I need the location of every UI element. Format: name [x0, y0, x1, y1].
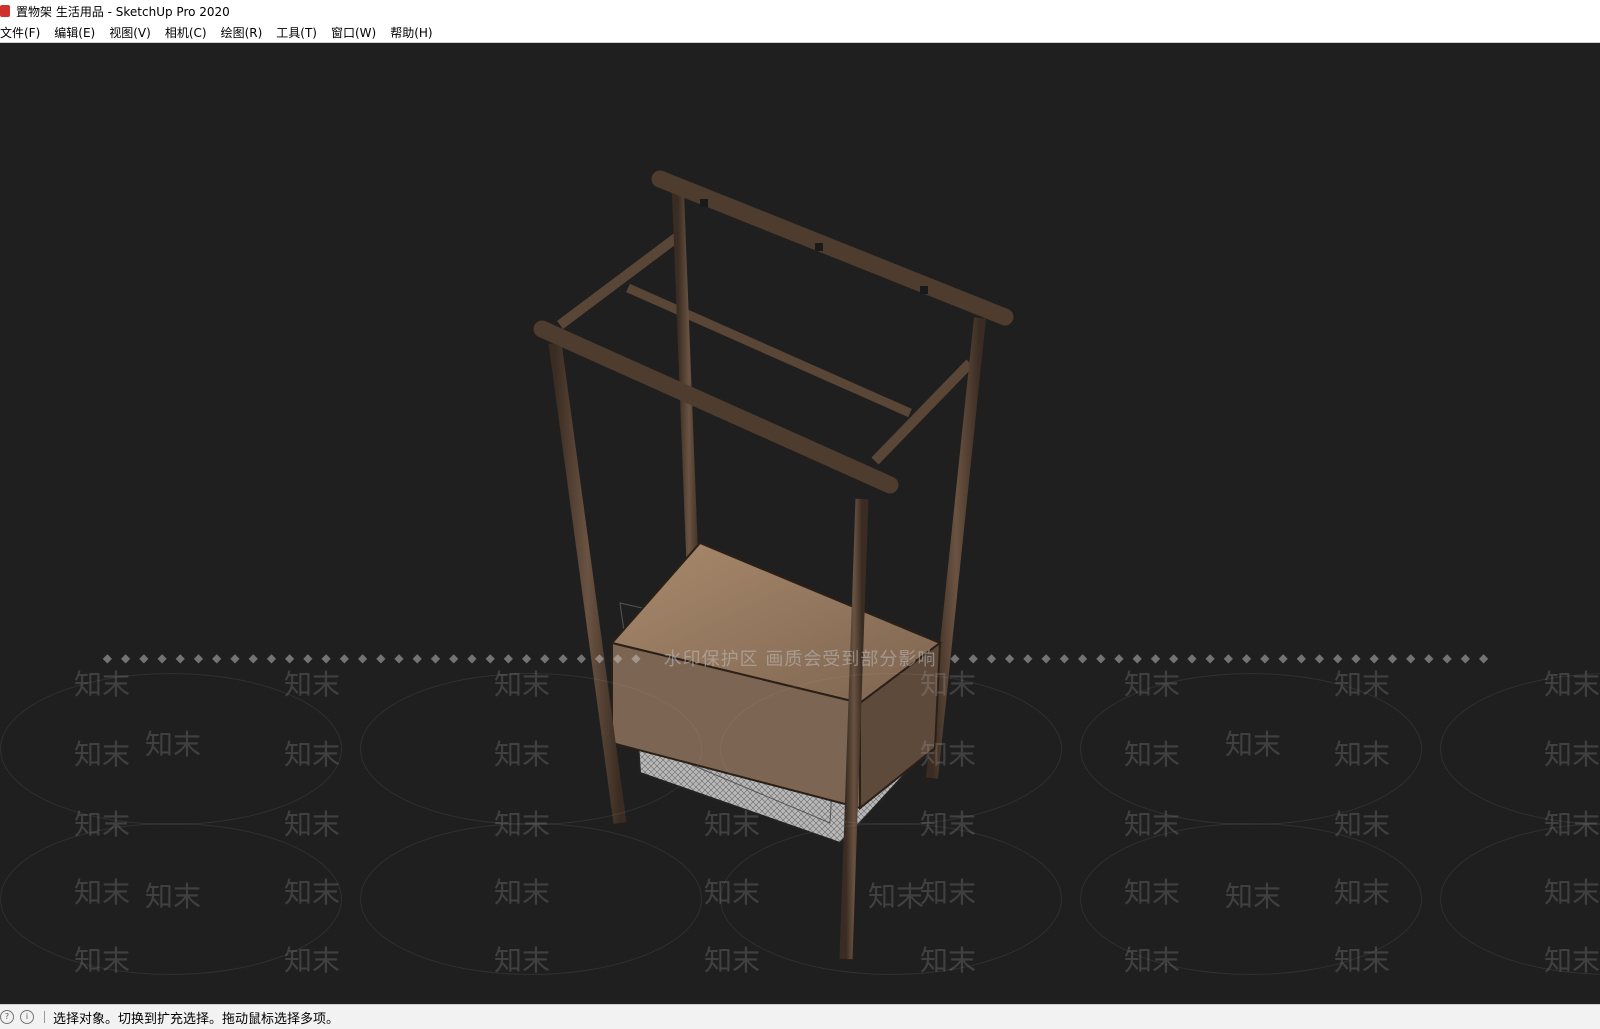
- status-divider: [44, 1011, 45, 1023]
- side-rail-right: [871, 359, 974, 465]
- hook-1: [700, 199, 708, 207]
- model-rack-drawing: [533, 170, 1014, 960]
- 3d-viewport[interactable]: 知末 知末 知末 知末 知末 知末 知末 知末 知末 知末 知末 知末 知末 知…: [0, 43, 1600, 1004]
- menu-draw[interactable]: 绘图(R): [214, 24, 270, 41]
- hook-2: [815, 243, 823, 251]
- sketchup-logo-icon: [0, 5, 10, 17]
- back-right-leg: [926, 317, 986, 779]
- info-icon[interactable]: i: [20, 1010, 34, 1024]
- back-top-rod: [651, 170, 1014, 326]
- menu-camera[interactable]: 相机(C): [158, 24, 214, 41]
- side-rail-left: [557, 231, 683, 329]
- menu-help[interactable]: 帮助(H): [383, 24, 439, 41]
- hook-3: [920, 286, 928, 294]
- menu-tools[interactable]: 工具(T): [269, 24, 324, 41]
- status-message: 选择对象。切换到扩充选择。拖动鼠标选择多项。: [53, 1011, 340, 1027]
- title-bar: 置物架 生活用品 - SketchUp Pro 2020: [0, 0, 1600, 22]
- front-top-rod: [533, 320, 899, 494]
- window-title: 置物架 生活用品 - SketchUp Pro 2020: [16, 4, 230, 19]
- menu-view[interactable]: 视图(V): [102, 24, 158, 41]
- menu-file[interactable]: 文件(F): [0, 24, 47, 41]
- menu-edit[interactable]: 编辑(E): [47, 24, 102, 41]
- menu-window[interactable]: 窗口(W): [324, 24, 383, 41]
- status-bar: ? i 选择对象。切换到扩充选择。拖动鼠标选择多项。: [0, 1004, 1600, 1029]
- front-right-leg: [839, 498, 869, 960]
- geo-location-icon[interactable]: ?: [0, 1010, 14, 1024]
- front-left-leg: [548, 342, 627, 824]
- menu-bar: 文件(F) 编辑(E) 视图(V) 相机(C) 绘图(R) 工具(T) 窗口(W…: [0, 22, 1600, 43]
